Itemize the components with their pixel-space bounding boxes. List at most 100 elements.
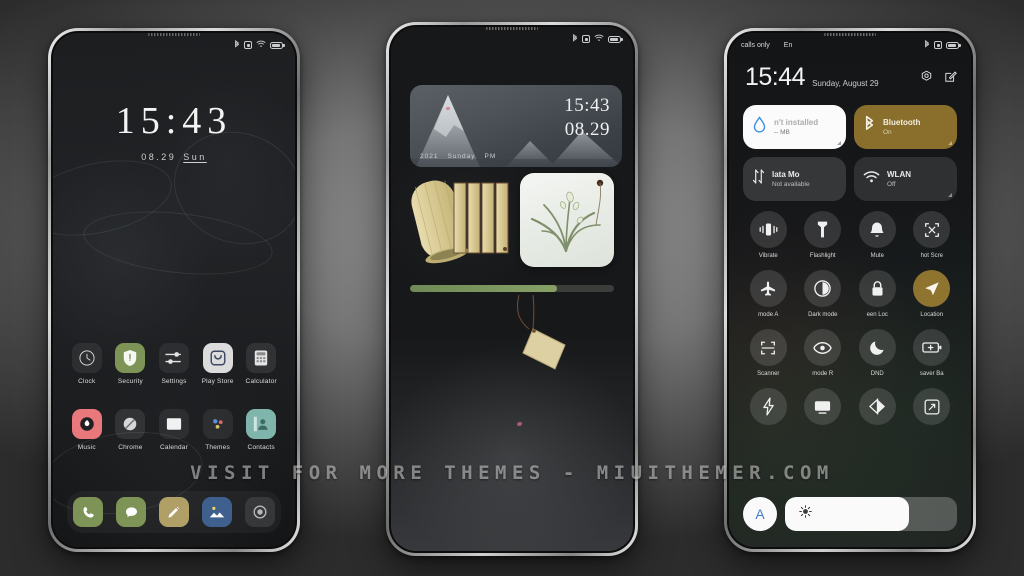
music-icon [71,409,102,439]
lockscreen-time: 15:43 [115,100,233,142]
toggle-cast[interactable] [796,388,851,430]
clock-widget[interactable]: 15:43 08.29 2021 Sunday PM [410,85,622,167]
toggle-battery-saver[interactable]: saver Ba [905,329,960,377]
app-play-store[interactable]: Play Store [196,343,240,385]
phone-left: 15:43 08.29 Sun Clock Security Settings … [48,28,300,552]
orchid-painting-widget[interactable] [520,173,614,267]
cc-header-actions [920,70,957,88]
bamboo-scroll-widget[interactable] [410,175,514,267]
camera-icon[interactable] [244,497,275,527]
bluetooth-icon [234,39,240,51]
toggle-half-contrast[interactable] [850,388,905,430]
toggle-scanner[interactable]: Scanner [741,329,796,377]
tile-bluetooth[interactable]: Bluetooth On [854,105,957,149]
scanner-icon [749,329,787,366]
tile-text: n't installed -- MB [774,118,818,136]
app-music[interactable]: Music [65,409,109,451]
message-icon[interactable] [116,497,147,527]
alarm-icon [582,35,590,43]
carrier-label-2: En [783,41,793,49]
toggle-label: Scanner [757,371,780,377]
gallery-icon[interactable] [201,497,232,527]
sliders-icon [158,343,189,373]
lock-icon [858,270,896,307]
widget-meridiem: PM [484,153,497,160]
app-themes[interactable]: Themes [196,409,240,451]
toggle-vibrate[interactable]: Vibrate [741,211,796,259]
app-label: Calendar [160,444,188,451]
toggle-label: mode A [758,312,779,318]
toggle-flashlight[interactable]: Flashlight [796,211,851,259]
app-label: Play Store [201,378,234,385]
chrome-icon [115,409,146,439]
brightness-slider[interactable] [785,497,957,531]
app-clock[interactable]: Clock [65,343,109,385]
tile-mobile-data[interactable]: lata Mo Not available [743,157,846,201]
toggle-label: hot Scre [920,253,943,259]
app-chrome[interactable]: Chrome [109,409,153,451]
vibrate-icon [749,211,787,248]
toggle-mute[interactable]: Mute [850,211,905,259]
battery-icon [608,35,623,43]
screenshot-icon [913,211,951,248]
toggle-screen-lock[interactable]: een Loc [850,270,905,318]
wifi-icon [256,40,266,50]
toggle-location[interactable]: Location [905,270,960,318]
tile-wlan[interactable]: WLAN Off [854,157,957,201]
tile-sub: Not available [772,181,810,188]
toggle-label: saver Ba [919,371,944,377]
control-center-panel: 15:44 Sunday, August 29 n't installed --… [729,33,971,547]
auto-brightness-button[interactable]: A [743,497,777,531]
shield-icon [115,343,146,373]
expand-corner-icon[interactable] [948,193,952,197]
widget-weekday: Sunday [447,153,476,160]
tile-sub: -- MB [774,129,790,136]
tile-label: WLAN [887,170,911,179]
battery-icon [946,41,961,49]
contrast-icon [804,270,842,307]
settings-icon[interactable] [920,70,933,88]
wifi-icon [594,34,604,44]
toggle-airplane-mode[interactable]: mode A [741,270,796,318]
phone-icon[interactable] [73,497,104,527]
contacts-icon [246,409,277,439]
app-security[interactable]: Security [109,343,153,385]
progress-fill [410,285,557,292]
resize-icon [913,388,951,425]
toggle-reading-mode[interactable]: mode R [796,329,851,377]
expand-corner-icon[interactable] [837,141,841,145]
pencil-icon[interactable] [158,497,189,527]
cc-time: 15:44 [745,63,806,91]
earpiece-speaker [486,27,538,30]
battery-saver-icon [913,329,951,366]
data-arrows-icon [752,168,765,190]
app-calculator[interactable]: Calculator [239,343,283,385]
toggle-dark-mode[interactable]: Dark mode [796,270,851,318]
expand-corner-icon[interactable] [948,141,952,145]
toggle-resize[interactable] [905,388,960,430]
tile-text: lata Mo Not available [772,170,810,188]
themes-icon [202,409,233,439]
sun-icon [799,505,812,523]
progress-bar[interactable] [410,285,614,292]
edit-icon[interactable] [944,70,957,88]
big-tiles: n't installed -- MB Bluetooth On lata Mo… [743,105,957,201]
app-label: Settings [161,378,187,385]
app-calendar[interactable]: Calendar [152,409,196,451]
widget-date: 08.29 [564,119,610,140]
alarm-icon [934,41,942,49]
app-contacts[interactable]: Contacts [239,409,283,451]
app-settings[interactable]: Settings [152,343,196,385]
bamboo-scroll-illustration [411,180,509,264]
tile-cleaner[interactable]: n't installed -- MB [743,105,846,149]
phone-right: calls only En 15:44 Sunday, August 29 n'… [724,28,976,552]
status-bar-middle [391,27,633,51]
cc-date: Sunday, August 29 [812,79,879,88]
bolt-icon [749,388,787,425]
airplane-icon [749,270,787,307]
status-icons [924,39,961,51]
toggle-dnd[interactable]: DND [850,329,905,377]
toggle-bolt[interactable] [741,388,796,430]
app-label: Chrome [118,444,143,451]
toggle-screenshot[interactable]: hot Scre [905,211,960,259]
